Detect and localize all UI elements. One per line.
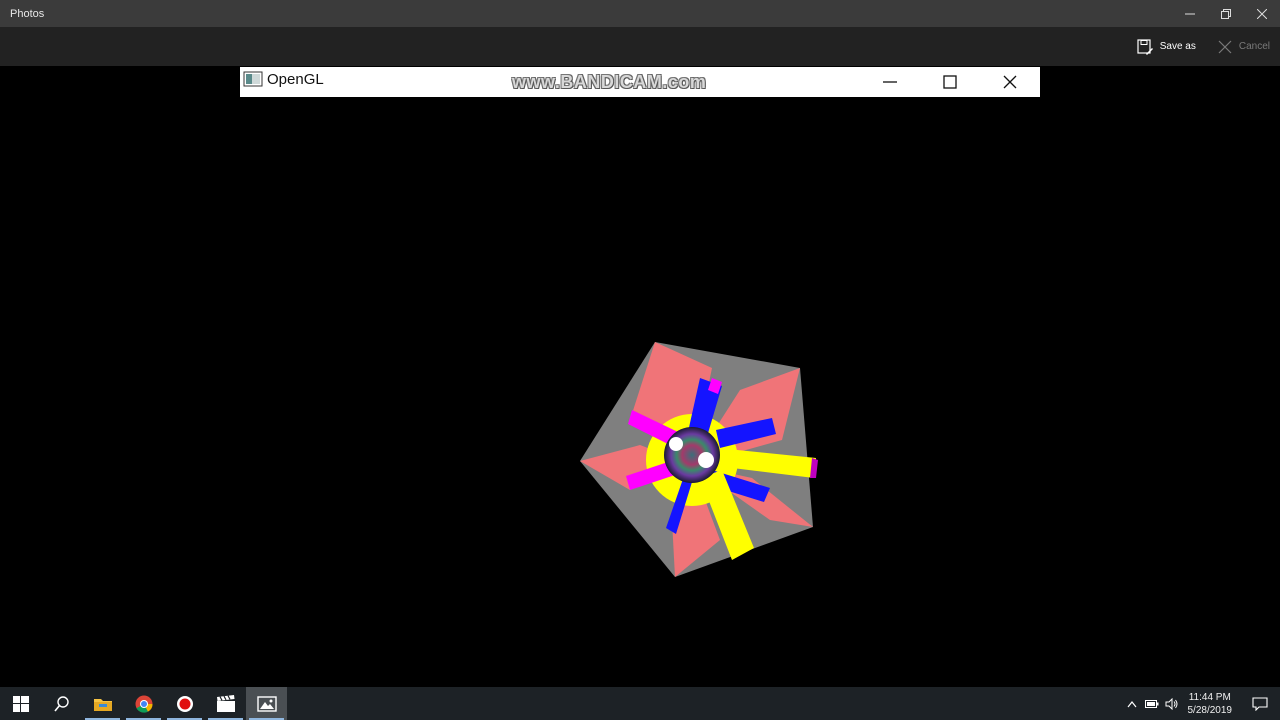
white-dot: [669, 437, 683, 451]
bandicam-watermark: www.BANDICAM.com: [512, 72, 707, 92]
file-explorer-button[interactable]: [82, 687, 123, 720]
minimize-icon: [883, 81, 897, 83]
white-dot: [698, 452, 714, 468]
minimize-icon: [1185, 13, 1195, 14]
opengl-close-button[interactable]: [980, 67, 1040, 97]
opengl-maximize-button[interactable]: [920, 67, 980, 97]
opengl-scene: [580, 342, 818, 577]
close-icon: [1257, 8, 1267, 19]
start-button[interactable]: [0, 687, 41, 720]
opengl-window-icon: [243, 71, 263, 87]
volume-button[interactable]: [1162, 687, 1182, 720]
close-button[interactable]: [1244, 0, 1280, 27]
opengl-titlebar: OpenGL www.BANDICAM.com: [240, 67, 1040, 97]
clock-time: 11:44 PM: [1188, 691, 1231, 703]
search-button[interactable]: [41, 687, 82, 720]
save-as-icon: [1137, 38, 1153, 55]
cancel-icon: [1218, 40, 1232, 53]
notification-icon: [1252, 696, 1268, 711]
battery-icon: [1144, 699, 1158, 708]
video-editor-button[interactable]: [205, 687, 246, 720]
minimize-button[interactable]: [1172, 0, 1208, 27]
close-icon: [1003, 75, 1017, 89]
file-explorer-icon: [93, 698, 112, 711]
battery-button[interactable]: [1142, 687, 1162, 720]
clock-date: 5/28/2019: [1187, 704, 1233, 716]
speaker-icon: [1165, 697, 1177, 710]
photos-icon: [256, 695, 277, 712]
system-tray: 11:44 PM 5/28/2019: [1122, 687, 1280, 720]
app-toolbar: Save as Cancel: [0, 27, 1280, 66]
windows-logo-icon: [12, 695, 29, 712]
recorder-button[interactable]: [164, 687, 205, 720]
app-titlebar: Photos: [0, 0, 1280, 27]
save-as-button[interactable]: Save as: [1137, 38, 1196, 55]
show-hidden-icons-button[interactable]: [1122, 687, 1142, 720]
photos-button[interactable]: [246, 687, 287, 720]
action-center-button[interactable]: [1240, 687, 1280, 720]
restore-button[interactable]: [1208, 0, 1244, 27]
clapper-icon: [216, 694, 235, 712]
restore-icon: [1221, 8, 1231, 19]
chrome-button[interactable]: [123, 687, 164, 720]
record-icon: [176, 695, 193, 712]
taskbar: 11:44 PM 5/28/2019: [0, 687, 1280, 720]
save-as-label: Save as: [1159, 41, 1196, 52]
opengl-minimize-button[interactable]: [860, 67, 920, 97]
clock[interactable]: 11:44 PM 5/28/2019: [1188, 691, 1233, 717]
search-icon: [53, 695, 69, 712]
cancel-label: Cancel: [1238, 41, 1270, 52]
opengl-title: OpenGL: [267, 71, 324, 88]
app-title: Photos: [10, 7, 45, 20]
chrome-icon: [135, 695, 153, 713]
chevron-up-icon: [1127, 700, 1136, 707]
opengl-window-controls: [860, 67, 1040, 97]
cancel-button[interactable]: Cancel: [1218, 40, 1270, 54]
window-controls: [1172, 0, 1280, 27]
maximize-icon: [943, 75, 957, 89]
